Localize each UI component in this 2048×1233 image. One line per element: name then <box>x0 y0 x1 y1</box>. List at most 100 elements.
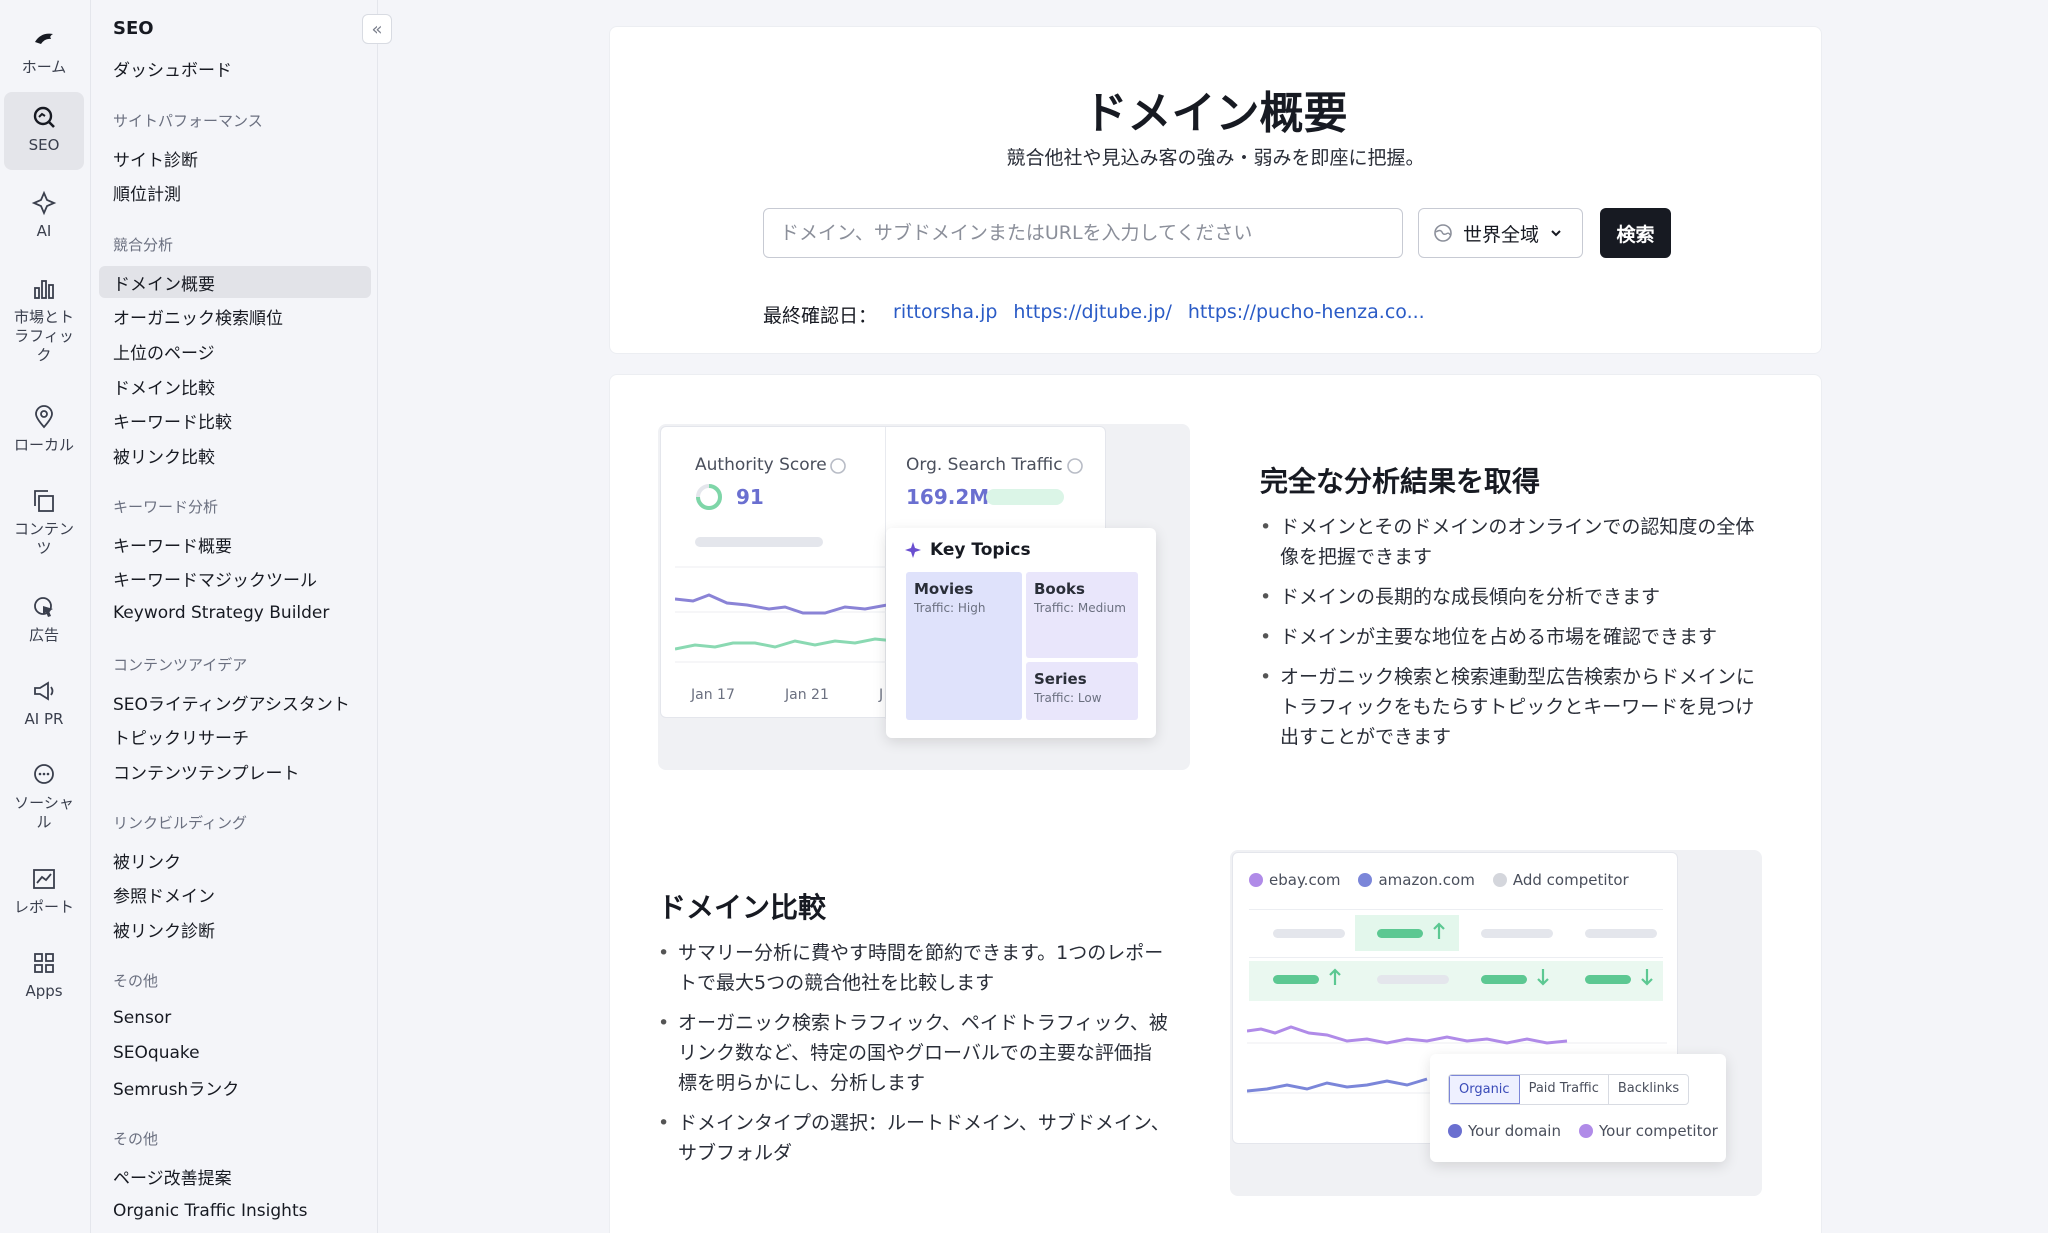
domain-type-legend: Your domain Your competitor <box>1448 1122 1718 1140</box>
hero-card: ドメイン概要 競合他社や見込み客の強み・弱みを即座に把握。 世界全域 検索 最終… <box>609 26 1822 354</box>
nav-link[interactable]: オーガニック検索順位 <box>99 301 371 333</box>
nav-title: SEO <box>113 18 154 39</box>
domain-legend: ebay.com amazon.com Add competitor <box>1249 871 1629 889</box>
nav-link[interactable]: SEOquake <box>99 1037 371 1069</box>
legend-text: Your competitor <box>1598 1122 1718 1140</box>
info-icon <box>830 458 846 474</box>
legend-text: Your domain <box>1468 1122 1561 1140</box>
nav-link[interactable]: Sensor <box>99 1002 371 1034</box>
metric-bar <box>1481 929 1553 938</box>
traffic-bar <box>986 489 1064 505</box>
date-tick: Jan 17 <box>691 687 735 703</box>
report-chart-icon <box>33 869 55 889</box>
rail-label: ローカル <box>14 436 75 454</box>
feature-bullet: ドメインの長期的な成長傾向を分析できます <box>1260 582 1760 612</box>
metric-bar <box>1273 929 1345 938</box>
collapse-sidebar-icon[interactable]: « <box>362 14 392 44</box>
topic-traffic: Traffic: Low <box>1034 691 1102 705</box>
rail-label: SEO <box>28 136 60 154</box>
rail-item[interactable]: ローカル <box>4 392 84 462</box>
legend-text: ebay.com <box>1269 871 1341 889</box>
feature-bullets: ドメインとそのドメインのオンラインでの認知度の全体像を把握できます ドメインの長… <box>1260 512 1760 762</box>
rail-label: ホーム <box>21 58 67 76</box>
sparkle-icon <box>905 542 921 558</box>
nav-link[interactable]: 参照ドメイン <box>99 879 371 911</box>
rail-item[interactable]: レポート <box>4 854 84 924</box>
topic-name: Books <box>1034 580 1085 598</box>
nav-link-dashboard[interactable]: ダッシュボード <box>99 52 371 84</box>
nav-link[interactable]: キーワードマジックツール <box>99 563 371 595</box>
feature-bullet: サマリー分析に費やす時間を節約できます。1つのレポートで最大5つの競合他社を比較… <box>658 938 1170 998</box>
page-title: ドメイン概要 <box>1083 88 1348 139</box>
nav-section-title: キーワード分析 <box>113 498 219 516</box>
tab-paid-traffic[interactable]: Paid Traffic <box>1520 1075 1609 1104</box>
rail-item[interactable]: SEO <box>4 92 84 170</box>
globe-icon <box>1434 224 1452 242</box>
rail-item[interactable]: 市場とトラフィック <box>4 264 84 382</box>
nav-link[interactable]: 被リンク <box>99 844 371 876</box>
nav-link[interactable]: 被リンク診断 <box>99 913 371 945</box>
rail-item[interactable]: ソーシャル <box>4 750 84 846</box>
nav-link[interactable]: Organic Traffic Insights <box>99 1195 371 1227</box>
recent-link[interactable]: https://djtube.jp/ <box>1013 301 1171 328</box>
rail-item[interactable]: AI PR <box>4 666 84 736</box>
nav-link[interactable]: キーワード概要 <box>99 528 371 560</box>
nav-link[interactable]: SEOライティングアシスタント <box>99 686 371 718</box>
region-select[interactable]: 世界全域 <box>1418 208 1583 258</box>
rail-item[interactable]: コンテンツ <box>4 476 84 572</box>
feature-bullet: ドメインタイプの選択：ルートドメイン、サブドメイン、サブフォルダ <box>658 1108 1170 1168</box>
arrow-down-icon <box>1537 969 1549 986</box>
chat-bubble-icon <box>34 764 54 784</box>
metric-bar <box>1481 975 1527 984</box>
nav-link[interactable]: 被リンク比較 <box>99 440 371 472</box>
rail-label: ソーシャル <box>14 794 74 831</box>
domain-search-input[interactable] <box>763 208 1403 258</box>
nav-link[interactable]: キーワード比較 <box>99 405 371 437</box>
nav-link[interactable]: トピックリサーチ <box>99 721 371 753</box>
icon-rail: ホーム SEO AI 市場とトラフィックローカルコンテンツ広告 AI PR ソーシャルレポ… <box>0 0 91 1233</box>
feature-bullets: サマリー分析に費やす時間を節約できます。1つのレポートで最大5つの競合他社を比較… <box>658 938 1170 1178</box>
divider <box>1249 957 1663 958</box>
nav-link[interactable]: 上位のページ <box>99 335 371 367</box>
map-pin-icon <box>35 405 53 429</box>
rail-item[interactable]: ホーム <box>4 14 84 84</box>
nav-link[interactable]: 順位計測 <box>99 177 371 209</box>
metric-bar <box>1377 929 1423 938</box>
rail-item[interactable]: AI <box>4 178 84 248</box>
search-button[interactable]: 検索 <box>1600 208 1671 258</box>
nav-link[interactable]: ドメイン比較 <box>99 370 371 402</box>
content-icon <box>34 490 54 512</box>
info-icon <box>1067 458 1083 474</box>
rail-label: AI PR <box>24 710 64 728</box>
legend-text: amazon.com <box>1378 871 1475 889</box>
metric-bar <box>1585 975 1631 984</box>
seo-icon <box>33 106 55 128</box>
placeholder-bar <box>695 537 823 547</box>
metric-tabs-popup: Organic Paid Traffic Backlinks Your doma… <box>1430 1054 1726 1162</box>
nav-link[interactable]: サイト診断 <box>99 142 371 174</box>
recent-link[interactable]: rittorsha.jp <box>893 301 997 328</box>
tab-backlinks[interactable]: Backlinks <box>1609 1075 1688 1104</box>
rail-label: Apps <box>25 982 63 1000</box>
nav-link[interactable]: Semrushランク <box>99 1071 371 1103</box>
key-topics-title: Key Topics <box>930 540 1031 560</box>
region-value: 世界全域 <box>1463 223 1540 246</box>
recent-label: 最終確認日： <box>763 305 878 327</box>
topic-cell-series: Series Traffic: Low <box>1026 662 1138 720</box>
metric-tabs: Organic Paid Traffic Backlinks <box>1448 1074 1690 1105</box>
nav-link[interactable]: コンテンツテンプレート <box>99 755 371 787</box>
nav-link[interactable]: Keyword Strategy Builder <box>99 597 371 629</box>
feature-bullet: ドメインが主要な地位を占める市場を確認できます <box>1260 622 1760 652</box>
rail-item[interactable]: 広告 <box>4 582 84 652</box>
recent-link[interactable]: https://pucho-henza.co... <box>1188 301 1425 328</box>
arrow-up-icon <box>1433 922 1445 939</box>
megaphone-icon <box>34 681 54 701</box>
nav-link[interactable]: ページ改善提案 <box>99 1160 371 1192</box>
rail-item[interactable]: Apps <box>4 938 84 1008</box>
nav-section-title: コンテンツアイデア <box>113 656 248 674</box>
org-traffic-label: Org. Search Traffic <box>906 455 1063 475</box>
legend-ebay: ebay.com <box>1249 871 1340 889</box>
recent-domains: 最終確認日： rittorsha.jp https://djtube.jp/ h… <box>763 301 1425 328</box>
tab-organic[interactable]: Organic <box>1449 1075 1520 1104</box>
nav-link[interactable]: ドメイン概要 <box>99 266 371 298</box>
